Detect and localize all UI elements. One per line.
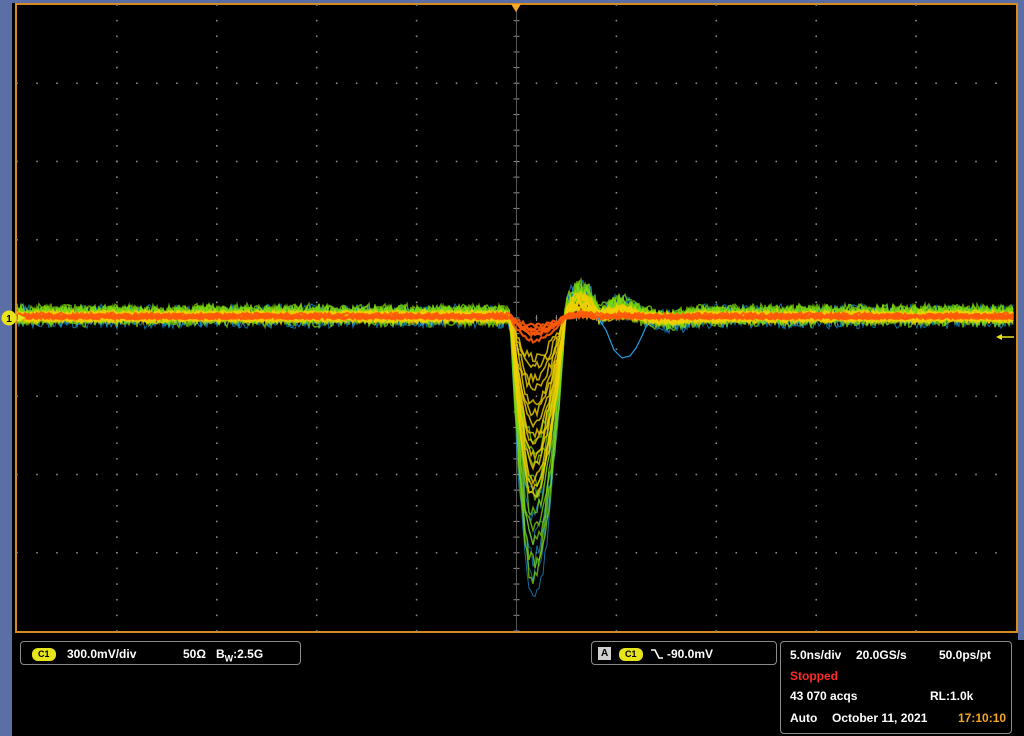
trigger-source-badge: C1: [619, 648, 643, 661]
waveform-overlay: 1: [1, 4, 1014, 632]
acquisition-time: 17:10:10: [958, 711, 1007, 725]
trigger-mode-box: A: [598, 647, 612, 660]
timebase-readout[interactable]: 5.0ns/div 20.0GS/s 50.0ps/pt Stopped 43 …: [780, 641, 1012, 734]
trigger-readout[interactable]: A C1 -90.0mV: [591, 641, 777, 665]
trigger-level-arrow-icon: [996, 334, 1002, 340]
trigger-level: -90.0mV: [667, 647, 714, 661]
persistence-waveform: [16, 277, 1014, 598]
channel-1-marker-label: 1: [6, 314, 12, 325]
bandwidth-limit: BW:2.5G: [216, 647, 264, 664]
falling-edge-icon: [651, 649, 663, 659]
trigger-mode: Auto: [790, 711, 818, 725]
vertical-scale: 300.0mV/div: [67, 647, 137, 661]
sample-rate: 20.0GS/s: [856, 648, 907, 662]
trigger-position-icon: [511, 4, 521, 12]
channel-1-badge: C1: [32, 648, 56, 661]
acquisition-date: October 11, 2021: [832, 711, 928, 725]
acquisition-state: Stopped: [790, 669, 838, 683]
input-coupling: 50Ω: [183, 647, 206, 661]
trigger-level-marker[interactable]: [996, 334, 1014, 340]
channel-1-readout[interactable]: C1 300.0mV/div 50Ω BW:2.5G: [20, 641, 301, 665]
acquisition-count: 43 070 acqs: [790, 689, 858, 703]
time-resolution: 50.0ps/pt: [939, 648, 992, 662]
record-length: RL:1.0k: [930, 689, 974, 703]
trigger-position-marker[interactable]: [511, 4, 521, 12]
time-per-division: 5.0ns/div: [790, 648, 842, 662]
